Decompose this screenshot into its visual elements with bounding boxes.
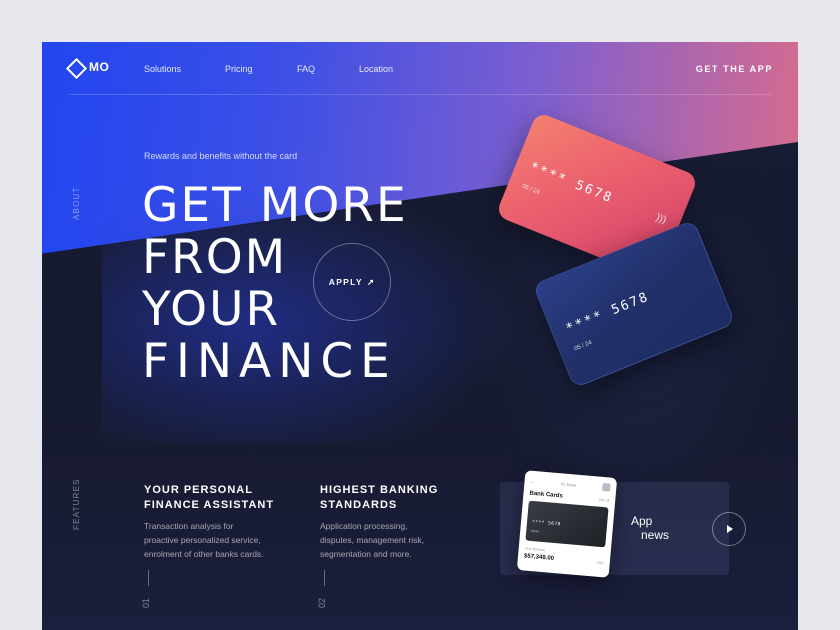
phone-card-expiry: 05/24 (531, 528, 539, 534)
phone-title: Bank Cards (529, 490, 563, 500)
card-expiry: 05 / 24 (521, 183, 541, 196)
feature-divider (148, 570, 149, 586)
balance-currency: USD (596, 560, 604, 566)
nav-link-faq[interactable]: FAQ (297, 64, 315, 74)
nav-link-location[interactable]: Location (359, 64, 393, 74)
feature-index-1: 01 (141, 597, 152, 609)
feature-text-line: proactive personalized service, (144, 535, 261, 545)
avatar (602, 482, 611, 492)
feature-index-2: 02 (317, 597, 328, 609)
app-news-line: news (641, 528, 670, 542)
feature-title-line: FINANCE ASSISTANT (144, 499, 275, 511)
feature-title-1: YOUR PERSONAL FINANCE ASSISTANT (144, 483, 274, 513)
feature-text-line: disputes, management risk, (320, 535, 424, 545)
credit-card-navy: **** 5678 05 / 24 (532, 219, 736, 389)
contactless-icon: ))) (654, 212, 668, 227)
apply-button[interactable]: APPLY ↗ (313, 243, 391, 321)
diamond-logo-icon (68, 60, 82, 74)
back-arrow-icon: ← (530, 478, 535, 484)
get-the-app-link[interactable]: GET THE APP (696, 64, 773, 74)
app-news-line: App (631, 514, 653, 528)
arrow-up-right-icon: ↗ (366, 276, 376, 287)
phone-mockup: ← Hi, Dave Bank Cards See all **** 5678 … (516, 470, 618, 578)
logo[interactable]: MO (68, 60, 109, 74)
top-nav: MO Solutions Pricing FAQ Location GET TH… (42, 42, 798, 95)
landing-page: MO Solutions Pricing FAQ Location GET TH… (42, 42, 798, 630)
balance-amount: $57,348.00 (523, 553, 555, 562)
logo-text: MO (89, 60, 110, 74)
features-side-label: FEATURES (72, 478, 81, 530)
phone-bank-card: **** 5678 05/24 (525, 500, 609, 548)
phone-see-all: See all (598, 497, 610, 503)
nav-link-solutions[interactable]: Solutions (144, 64, 181, 74)
headline-line: GET MORE (142, 178, 408, 233)
feature-title-2: HIGHEST BANKING STANDARDS (320, 483, 438, 513)
headline-line: FINANCE (142, 334, 397, 389)
feature-divider (324, 570, 325, 586)
apply-label: APPLY (328, 277, 363, 287)
play-icon (727, 525, 733, 533)
feature-text-2: Application processing, disputes, manage… (320, 519, 460, 561)
feature-text-line: segmentation and more. (320, 549, 412, 559)
feature-text-line: Transaction analysis for (144, 521, 234, 531)
phone-header: ← Hi, Dave (530, 477, 611, 492)
feature-title-line: STANDARDS (320, 499, 398, 511)
nav-divider (69, 94, 771, 95)
feature-text-line: Application processing, (320, 521, 408, 531)
app-news-label: App news (631, 514, 669, 542)
feature-text-1: Transaction analysis for proactive perso… (144, 519, 284, 561)
feature-title-line: YOUR PERSONAL (144, 484, 253, 496)
hero-tagline: Rewards and benefits without the card (144, 151, 298, 161)
balance-label: Your Balance (524, 546, 546, 553)
card-number: **** 5678 (527, 159, 616, 207)
feature-text-line: enrolment of other banks cards. (144, 549, 264, 559)
phone-card-number: **** 5678 (531, 519, 562, 528)
feature-title-line: HIGHEST BANKING (320, 484, 439, 496)
about-side-label: ABOUT (72, 186, 81, 220)
phone-greeting: Hi, Dave (560, 480, 577, 488)
play-button[interactable] (712, 512, 746, 546)
card-expiry: 05 / 24 (573, 339, 593, 353)
nav-link-pricing[interactable]: Pricing (225, 64, 253, 74)
card-number: **** 5678 (563, 289, 652, 337)
